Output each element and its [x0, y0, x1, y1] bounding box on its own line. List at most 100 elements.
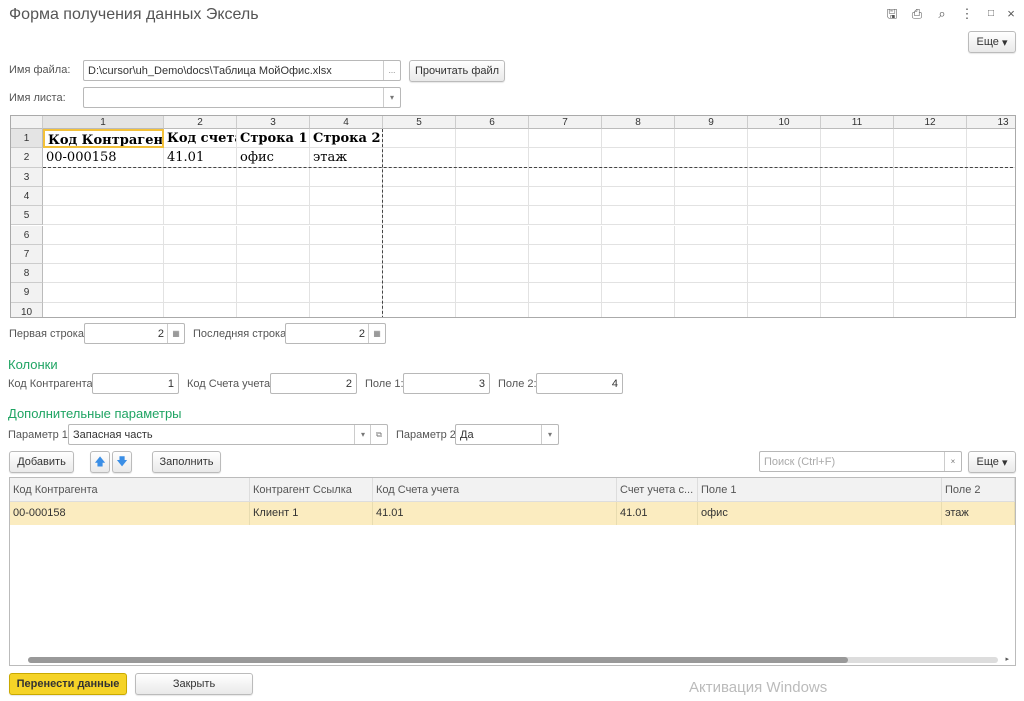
- sheet-cell[interactable]: [675, 129, 748, 149]
- sheet-cell[interactable]: [237, 225, 310, 245]
- sheet-cell[interactable]: [164, 225, 237, 245]
- sheet-cell[interactable]: [894, 244, 967, 265]
- sheet-cell[interactable]: [602, 283, 675, 303]
- read-file-button[interactable]: Прочитать файл: [409, 60, 505, 82]
- sheet-cell[interactable]: [43, 206, 164, 226]
- more-button-top[interactable]: Еще ▾: [968, 31, 1016, 53]
- sheet-cell[interactable]: [602, 302, 675, 317]
- row-header[interactable]: 7: [11, 244, 43, 265]
- sheet-cell[interactable]: [310, 302, 383, 317]
- add-button[interactable]: Добавить: [9, 451, 74, 473]
- sheet-cell[interactable]: [748, 283, 821, 303]
- browse-button[interactable]: ...: [383, 61, 400, 80]
- sheet-cell[interactable]: [383, 283, 456, 303]
- sheet-cell[interactable]: [821, 186, 894, 207]
- sheet-cell[interactable]: [967, 264, 1015, 284]
- row-header[interactable]: 3: [11, 167, 43, 187]
- sheet-cell[interactable]: 00-000158: [43, 148, 164, 168]
- first-row-input[interactable]: 2 ▦: [84, 323, 185, 344]
- sheet-cell[interactable]: [529, 244, 602, 265]
- sheet-cell[interactable]: [675, 148, 748, 168]
- sheet-cell[interactable]: [748, 225, 821, 245]
- sheet-cell[interactable]: [894, 302, 967, 317]
- sheet-cell[interactable]: [529, 148, 602, 168]
- sheet-cell[interactable]: [237, 302, 310, 317]
- sheet-cell[interactable]: [675, 264, 748, 284]
- chevron-down-icon[interactable]: ▾: [354, 425, 371, 444]
- clear-search-button[interactable]: ×: [944, 452, 961, 471]
- param2-select[interactable]: Да ▾: [455, 424, 559, 445]
- row-header[interactable]: 2: [11, 148, 43, 168]
- transfer-data-button[interactable]: Перенести данные: [9, 673, 127, 695]
- sheet-cell[interactable]: [456, 167, 529, 187]
- sheet-cell[interactable]: [237, 167, 310, 187]
- sheet-cell[interactable]: [383, 129, 456, 149]
- sheet-cell[interactable]: 41.01: [164, 148, 237, 168]
- column-header[interactable]: 4: [310, 116, 383, 129]
- sheet-cell[interactable]: [675, 206, 748, 226]
- sheet-cell[interactable]: [602, 264, 675, 284]
- column-header[interactable]: Контрагент Ссылка: [250, 478, 373, 502]
- sheet-cell[interactable]: [310, 186, 383, 207]
- sheet-cell[interactable]: [529, 225, 602, 245]
- preview-icon[interactable]: ⌕: [934, 6, 950, 22]
- fill-button[interactable]: Заполнить: [152, 451, 221, 473]
- move-down-button[interactable]: 🡇: [112, 451, 132, 473]
- field1-column-input[interactable]: 3: [403, 373, 490, 394]
- row-header[interactable]: 4: [11, 186, 43, 207]
- sheet-cell[interactable]: [456, 302, 529, 317]
- sheet-cell[interactable]: [383, 167, 456, 187]
- sheet-cell[interactable]: [456, 148, 529, 168]
- sheet-cell[interactable]: [456, 225, 529, 245]
- sheet-cell[interactable]: [748, 148, 821, 168]
- sheet-cell[interactable]: [967, 206, 1015, 226]
- sheet-cell[interactable]: [602, 244, 675, 265]
- move-up-button[interactable]: 🡅: [90, 451, 110, 473]
- sheet-cell[interactable]: [164, 167, 237, 187]
- column-header[interactable]: Код Контрагента: [10, 478, 250, 502]
- sheet-cell[interactable]: [456, 186, 529, 207]
- more-button-table[interactable]: Еще ▾: [968, 451, 1016, 473]
- sheet-cell[interactable]: этаж: [310, 148, 383, 168]
- sheet-cell[interactable]: [967, 187, 1015, 207]
- column-header[interactable]: Счет учета с...: [617, 478, 698, 502]
- sheet-cell[interactable]: [383, 225, 456, 245]
- field2-column-input[interactable]: 4: [536, 373, 623, 394]
- sheet-cell[interactable]: Строка 2: [310, 129, 383, 149]
- sheet-cell[interactable]: [967, 148, 1015, 168]
- sheet-cell[interactable]: [164, 302, 237, 317]
- sheet-cell[interactable]: [383, 244, 456, 265]
- sheet-cell[interactable]: [967, 245, 1015, 265]
- sheet-cell[interactable]: [383, 264, 456, 284]
- sheet-cell[interactable]: [43, 167, 164, 187]
- sheet-cell[interactable]: Строка 1: [237, 129, 310, 149]
- sheet-cell[interactable]: [675, 167, 748, 187]
- sheet-cell[interactable]: [310, 167, 383, 187]
- sheet-cell[interactable]: [602, 206, 675, 226]
- sheet-cell[interactable]: [748, 302, 821, 317]
- corner-cell[interactable]: [11, 116, 43, 129]
- search-input[interactable]: Поиск (Ctrl+F) ×: [759, 451, 962, 472]
- row-header[interactable]: 9: [11, 283, 43, 303]
- sheet-cell[interactable]: [529, 186, 602, 207]
- sheet-cell[interactable]: офис: [237, 148, 310, 168]
- horizontal-scrollbar[interactable]: [28, 657, 998, 663]
- close-icon[interactable]: ×: [1003, 6, 1019, 22]
- sheet-cell[interactable]: [43, 264, 164, 284]
- sheet-cell[interactable]: [821, 283, 894, 303]
- calculator-icon[interactable]: ▦: [368, 324, 385, 343]
- sheet-cell[interactable]: [894, 283, 967, 303]
- column-header[interactable]: 11: [821, 116, 894, 129]
- sheet-cell[interactable]: Код Контрагента: [43, 129, 164, 149]
- sheet-cell[interactable]: [821, 148, 894, 168]
- sheet-cell[interactable]: [43, 244, 164, 265]
- sheet-cell[interactable]: [675, 186, 748, 207]
- sheet-cell[interactable]: [310, 244, 383, 265]
- sheet-cell[interactable]: [748, 186, 821, 207]
- sheet-cell[interactable]: [894, 264, 967, 284]
- sheet-cell[interactable]: [894, 206, 967, 226]
- column-header[interactable]: 13: [967, 116, 1015, 129]
- sheet-cell[interactable]: [602, 148, 675, 168]
- chevron-down-icon[interactable]: ▾: [541, 425, 558, 444]
- column-header[interactable]: Поле 1: [698, 478, 942, 502]
